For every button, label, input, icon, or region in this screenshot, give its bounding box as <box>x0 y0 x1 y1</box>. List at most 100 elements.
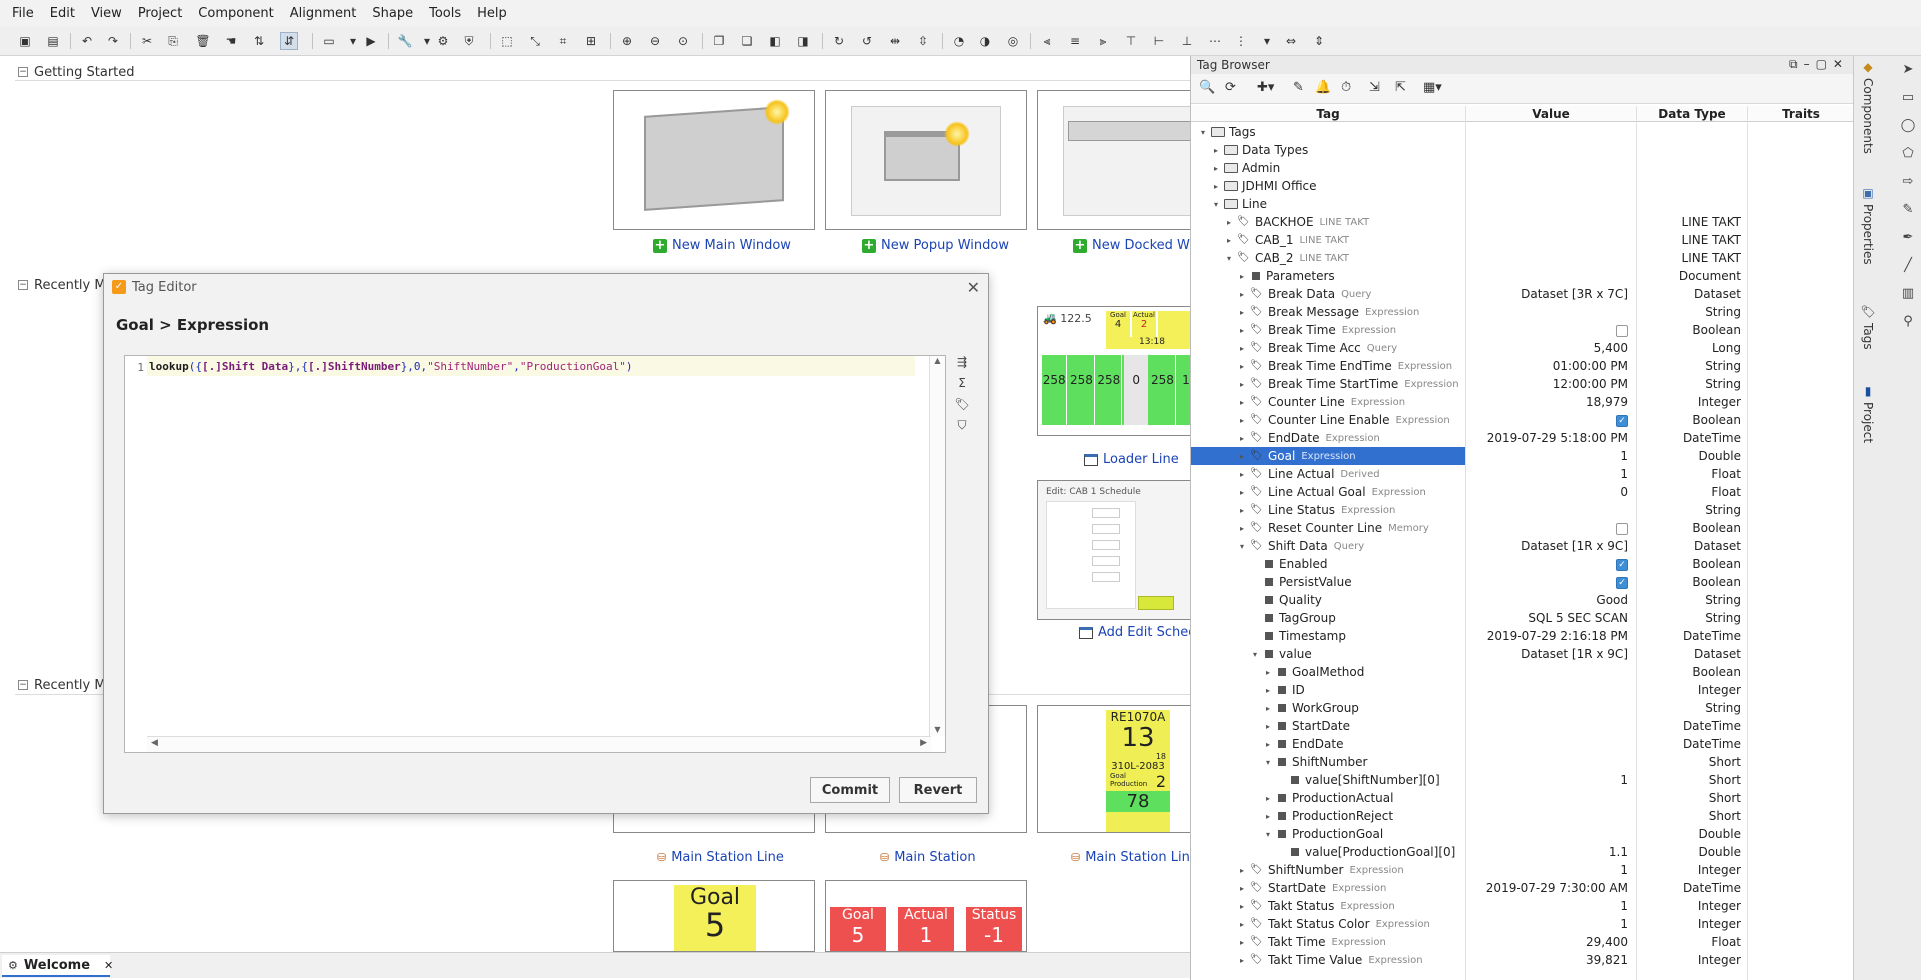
distribute-icon[interactable]: ⋯ <box>1206 32 1224 50</box>
tag-row[interactable]: ▸ 🏷 Counter Line Expression 18,979 Integer <box>1191 393 1854 411</box>
menu-project[interactable]: Project <box>130 6 190 21</box>
select-icon[interactable]: ⬚ <box>498 32 516 50</box>
expand-arrow-icon[interactable]: ▸ <box>1236 326 1248 335</box>
tag-row[interactable]: ▸ 🏷 Break Time EndTime Expression 01:00:00 P… <box>1191 357 1854 375</box>
tag-row[interactable]: PersistValue ✓ Boolean <box>1191 573 1854 591</box>
tag-row[interactable]: ▸ 🏷 CAB_1 LINE TAKT LINE TAKT <box>1191 231 1854 249</box>
add-edit-schedule-link[interactable]: Add Edit Schedu <box>1079 625 1190 640</box>
close-icon[interactable]: ✕ <box>967 278 980 297</box>
commit-button[interactable]: Commit <box>810 777 890 803</box>
export-icon[interactable]: ⇱ <box>1395 80 1406 95</box>
tag-row[interactable]: ▸ 🏷 ShiftNumber Expression 1 Integer <box>1191 861 1854 879</box>
expand-arrow-icon[interactable]: ▸ <box>1262 794 1274 803</box>
expand-arrow-icon[interactable]: ▸ <box>1210 182 1222 191</box>
rotate-icon[interactable]: ↻ <box>830 32 848 50</box>
expand-arrow-icon[interactable]: ▸ <box>1210 146 1222 155</box>
expand-arrow-icon[interactable]: ▸ <box>1236 506 1248 515</box>
copy-icon[interactable]: ⎘ <box>164 32 182 50</box>
expand-arrow-icon[interactable]: ▸ <box>1236 434 1248 443</box>
expand-arrow-icon[interactable]: ▸ <box>1236 380 1248 389</box>
dropdown-chevron-icon[interactable]: ▾ <box>344 32 362 50</box>
tag-row[interactable]: ▸ 🏷 Takt Status Color Expression 1 Integer <box>1191 915 1854 933</box>
save-all-icon[interactable]: ▤ <box>44 32 62 50</box>
tag-row[interactable]: ▸ GoalMethod Boolean <box>1191 663 1854 681</box>
align-middle-icon[interactable]: ⊢ <box>1150 32 1168 50</box>
menu-component[interactable]: Component <box>190 6 281 21</box>
bring-front-icon[interactable]: ◧ <box>766 32 784 50</box>
expand-arrow-icon[interactable]: ▸ <box>1262 812 1274 821</box>
checkbox[interactable]: ✓ <box>1616 576 1628 589</box>
column-header-value[interactable]: Value <box>1466 107 1636 121</box>
menu-file[interactable]: File <box>4 6 42 21</box>
expand-arrow-icon[interactable]: ▸ <box>1236 344 1248 353</box>
tag-row[interactable]: value[ProductionGoal][0] 1.1 Double <box>1191 843 1854 861</box>
tag-row[interactable]: ▸ 🏷 Goal Expression 1 Double <box>1191 447 1854 465</box>
menu-shape[interactable]: Shape <box>364 6 421 21</box>
play-icon[interactable]: ▶ <box>362 32 380 50</box>
tag-row[interactable]: ▸ ProductionActual Short <box>1191 789 1854 807</box>
checkbox[interactable]: ✓ <box>1616 414 1628 427</box>
tag-row[interactable]: ▸ EndDate DateTime <box>1191 735 1854 753</box>
align-top-icon[interactable]: ⊤ <box>1122 32 1140 50</box>
tag-row[interactable]: ▸ Admin <box>1191 159 1854 177</box>
expand-arrow-icon[interactable]: ▸ <box>1236 290 1248 299</box>
expand-arrow-icon[interactable]: ▸ <box>1236 488 1248 497</box>
menu-view[interactable]: View <box>83 6 130 21</box>
crop-icon[interactable]: ⌗ <box>554 32 572 50</box>
space-h-icon[interactable]: ⇔ <box>1282 32 1300 50</box>
gradient-icon[interactable]: ▥ <box>1896 280 1920 308</box>
new-main-window-card[interactable] <box>613 90 815 230</box>
goal-actual-status-thumb[interactable]: Goal 5 Actual 1 Status -1 <box>825 880 1027 952</box>
tag-value[interactable]: ✓ <box>1466 555 1636 573</box>
main-station-line-link-1[interactable]: ⛁ Main Station Line <box>657 850 784 865</box>
checkbox[interactable] <box>1616 522 1628 535</box>
expand-arrow-icon[interactable]: ▸ <box>1223 218 1235 227</box>
collapse-arrow-icon[interactable]: ▾ <box>1249 650 1261 659</box>
flip-h-icon[interactable]: ⇹ <box>886 32 904 50</box>
tag-row[interactable]: ▸ 🏷 Break Message Expression String <box>1191 303 1854 321</box>
dialog-titlebar[interactable]: ✓ Tag Editor ✕ <box>104 274 988 300</box>
dock-tab-tags[interactable]: 🏷 Tags <box>1858 304 1878 350</box>
align-bottom-icon[interactable]: ⊥ <box>1178 32 1196 50</box>
rotate-back-icon[interactable]: ↺ <box>858 32 876 50</box>
nudge-icon[interactable]: ⇅ <box>250 32 268 50</box>
send-back-icon[interactable]: ◨ <box>794 32 812 50</box>
expand-arrow-icon[interactable]: ▸ <box>1262 686 1274 695</box>
insert-operator-icon[interactable]: ⇶ <box>952 355 972 376</box>
align-right-icon[interactable]: ⫸ <box>1094 32 1112 50</box>
menu-help[interactable]: Help <box>469 6 515 21</box>
gateway-icon[interactable]: ⚙ <box>434 32 452 50</box>
column-header-traits[interactable]: Traits <box>1748 107 1854 121</box>
wrench-icon[interactable]: 🔧 <box>396 32 414 50</box>
checkbox[interactable]: ✓ <box>1616 558 1628 571</box>
history-icon[interactable]: ⏱ <box>1341 80 1351 95</box>
tag-row[interactable]: ▸ 🏷 Break Time Expression Boolean <box>1191 321 1854 339</box>
revert-button[interactable]: Revert <box>899 777 977 803</box>
undo-icon[interactable]: ↶ <box>78 32 96 50</box>
eyedropper-icon[interactable]: ⚲ <box>1896 308 1920 336</box>
dropdown-chevron-icon[interactable]: ▾ <box>1258 32 1276 50</box>
new-popup-window-card[interactable] <box>825 90 1027 230</box>
tag-row[interactable]: Enabled ✓ Boolean <box>1191 555 1854 573</box>
menu-tools[interactable]: Tools <box>421 6 469 21</box>
expand-arrow-icon[interactable]: ▸ <box>1236 272 1248 281</box>
new-docked-window-link[interactable]: +New Docked Windo <box>1073 238 1190 253</box>
expand-arrow-icon[interactable]: ▸ <box>1210 164 1222 173</box>
space-v-icon[interactable]: ⇕ <box>1310 32 1328 50</box>
align-center-icon[interactable]: ≡ <box>1066 32 1084 50</box>
expand-arrow-icon[interactable]: ▸ <box>1236 920 1248 929</box>
tag-row[interactable]: ▸ 🏷 Break Time StartTime Expression 12:00:00… <box>1191 375 1854 393</box>
expand-arrow-icon[interactable]: ▸ <box>1262 740 1274 749</box>
expand-arrow-icon[interactable]: ▸ <box>1236 416 1248 425</box>
expand-arrow-icon[interactable]: ▸ <box>1236 902 1248 911</box>
new-main-window-link[interactable]: + New Main Window <box>653 238 791 253</box>
difference-icon[interactable]: ◑ <box>976 32 994 50</box>
column-header-datatype[interactable]: Data Type <box>1637 107 1747 121</box>
tag-row[interactable]: ▸ JDHMI Office <box>1191 177 1854 195</box>
tab-welcome[interactable]: ⚙ Welcome ✕ <box>2 955 113 977</box>
close-icon[interactable]: ✕ <box>104 959 113 972</box>
new-docked-window-card[interactable] <box>1037 90 1190 230</box>
tag-row[interactable]: ▸ 🏷 EndDate Expression 2019-07-29 5:18:00 PM… <box>1191 429 1854 447</box>
expand-arrow-icon[interactable]: ▸ <box>1236 362 1248 371</box>
anchor-icon[interactable]: ⊞ <box>582 32 600 50</box>
